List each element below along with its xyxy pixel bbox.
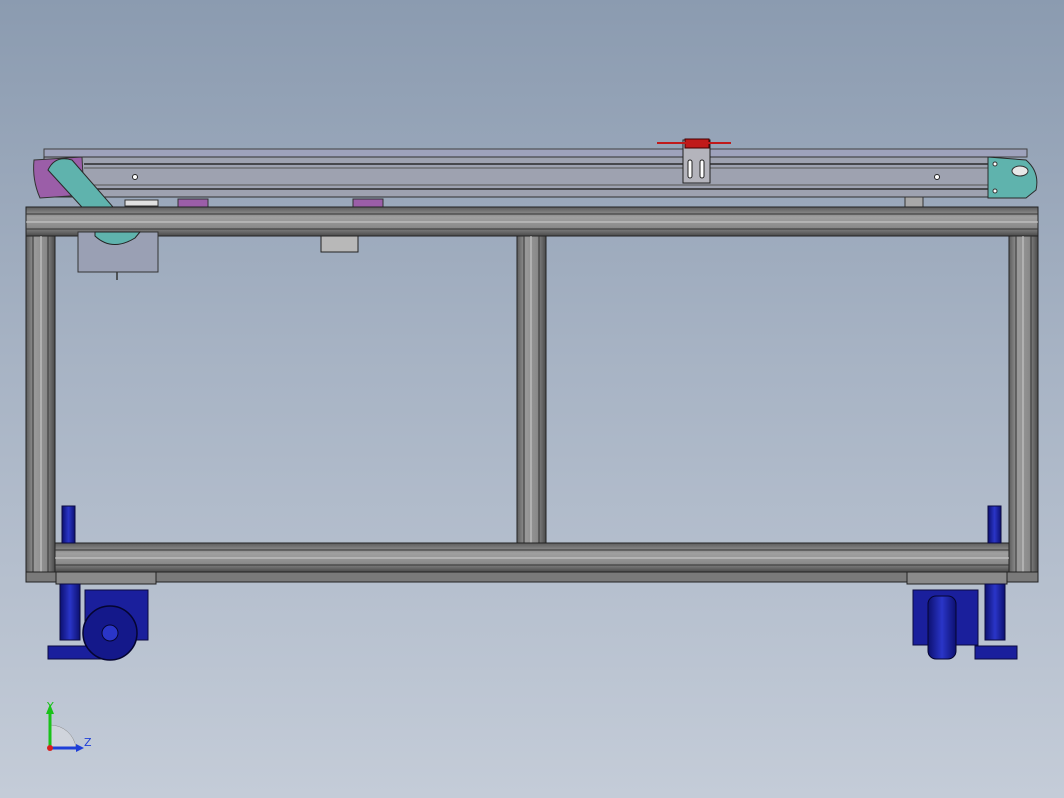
- left-leveling-rod: [61, 505, 76, 544]
- bottom-frame-beam: [25, 542, 1039, 583]
- top-frame-beam: [25, 206, 1039, 237]
- middle-frame-post: [516, 235, 547, 545]
- coordinate-triad: Y Z: [46, 700, 92, 752]
- conveyor-belt-assembly: [43, 148, 1028, 198]
- triad-z-label: Z: [84, 736, 92, 749]
- triad-y-label: Y: [46, 700, 54, 713]
- right-leveling-rod: [987, 505, 1002, 544]
- cad-viewport[interactable]: Y Z: [0, 0, 1064, 798]
- right-frame-post: [1008, 235, 1039, 575]
- drive-motor-gearbox: [77, 231, 159, 280]
- right-caster-wheel: [906, 571, 1018, 660]
- left-caster-wheel: [47, 571, 157, 661]
- support-pad-4: [124, 199, 159, 207]
- left-frame-post: [25, 235, 56, 575]
- support-pad-3: [904, 196, 924, 209]
- cable-block: [320, 235, 359, 253]
